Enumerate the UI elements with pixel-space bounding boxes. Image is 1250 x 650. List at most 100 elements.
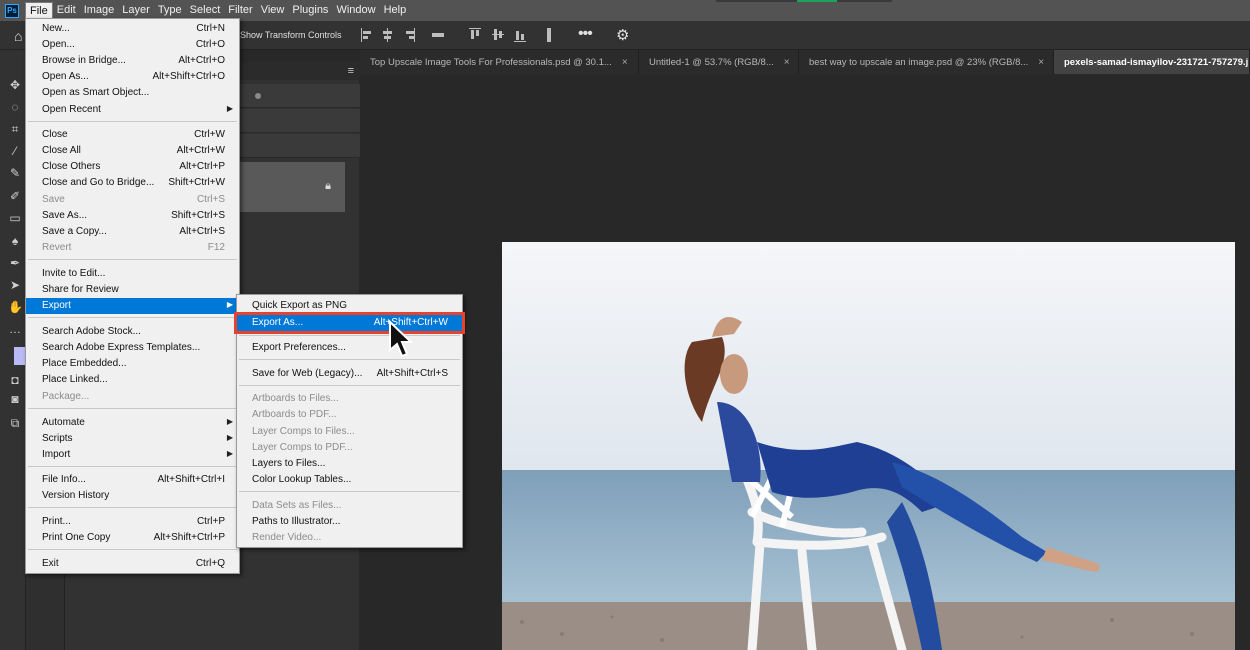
menu-item-version-history[interactable]: Version History [26, 488, 239, 504]
distribute-vertical-icon[interactable] [543, 28, 555, 42]
menu-file[interactable]: File [25, 2, 53, 19]
menu-item-save-as[interactable]: Save As... Shift+Ctrl+S [26, 208, 239, 224]
document-image[interactable] [502, 242, 1235, 650]
menu-separator [239, 491, 460, 492]
menu-item-export[interactable]: Export ▶ [26, 298, 239, 314]
menu-item-invite-to-edit[interactable]: Invite to Edit... [26, 266, 239, 282]
menu-filter[interactable]: Filter [224, 2, 256, 19]
dodge-tool-icon[interactable]: ♠ [8, 234, 22, 248]
menu-item-close-others[interactable]: Close Others Alt+Ctrl+P [26, 159, 239, 175]
selection-tool-icon[interactable]: ➤ [8, 278, 22, 292]
gradient-tool-icon[interactable]: ▭ [8, 211, 22, 225]
menu-item-close[interactable]: Close Ctrl+W [26, 127, 239, 143]
close-icon[interactable]: × [1038, 57, 1044, 68]
align-center-icon[interactable] [382, 28, 394, 42]
menu-item-shortcut: Ctrl+O [195, 39, 225, 50]
tab-document[interactable]: best way to upscale an image.psd @ 23% (… [799, 50, 1054, 74]
lasso-tool-icon[interactable]: ◌ [8, 100, 22, 114]
menu-item-artboards-to-pdf[interactable]: Artboards to PDF... [237, 407, 462, 423]
menu-layer[interactable]: Layer [118, 2, 154, 19]
menu-item-layers-to-files[interactable]: Layers to Files... [237, 456, 462, 472]
more-tools-icon[interactable]: … [8, 322, 22, 336]
screen-mode-icon[interactable]: ⧉ [8, 416, 22, 430]
eyedropper-tool-icon[interactable]: ⁄ [8, 144, 22, 158]
swap-colors-icon[interactable]: ◘ [8, 373, 22, 387]
menu-item-print[interactable]: Print... Ctrl+P [26, 514, 239, 530]
panel-menu-icon[interactable]: ≡ [348, 65, 354, 77]
more-options-icon[interactable]: ••• [578, 25, 593, 43]
menu-item-automate[interactable]: Automate ▶ [26, 415, 239, 431]
close-icon[interactable]: × [784, 57, 790, 68]
align-right-icon[interactable] [404, 28, 416, 42]
pen-tool-icon[interactable]: ✒ [8, 256, 22, 270]
menu-item-layer-comps-to-pdf[interactable]: Layer Comps to PDF... [237, 440, 462, 456]
menu-item-shortcut: Ctrl+S [196, 194, 225, 205]
menu-view[interactable]: View [257, 2, 289, 19]
menu-item-share-for-review[interactable]: Share for Review [26, 282, 239, 298]
menu-item-save-for-web[interactable]: Save for Web (Legacy)... Alt+Shift+Ctrl+S [237, 366, 462, 382]
close-icon[interactable]: × [622, 57, 628, 68]
menu-edit[interactable]: Edit [53, 2, 80, 19]
menu-item-search-adobe-stock[interactable]: Search Adobe Stock... [26, 324, 239, 340]
filter-dot-icon [255, 93, 261, 99]
tab-document[interactable]: Top Upscale Image Tools For Professional… [360, 50, 639, 74]
home-icon[interactable]: ⌂ [14, 28, 22, 44]
menu-item-render-video[interactable]: Render Video... [237, 530, 462, 546]
menu-select[interactable]: Select [186, 2, 225, 19]
menu-item-shortcut: F12 [207, 242, 225, 253]
menu-item-import[interactable]: Import ▶ [26, 447, 239, 463]
menu-item-search-adobe-express-templates[interactable]: Search Adobe Express Templates... [26, 340, 239, 356]
align-middle-icon[interactable] [492, 28, 504, 42]
menu-item-new[interactable]: New... Ctrl+N [26, 21, 239, 37]
menu-item-label: Artboards to Files... [252, 393, 339, 404]
menu-plugins[interactable]: Plugins [288, 2, 332, 19]
gear-icon[interactable]: ⚙ [616, 26, 629, 44]
menu-item-label: Layer Comps to Files... [252, 426, 355, 437]
brush-tool-icon[interactable]: ✎ [8, 166, 22, 180]
menu-item-browse-in-bridge[interactable]: Browse in Bridge... Alt+Ctrl+O [26, 53, 239, 69]
align-bottom-icon[interactable] [514, 28, 526, 42]
hand-tool-icon[interactable]: ✋ [8, 300, 23, 314]
menu-item-open-as-smart-object[interactable]: Open as Smart Object... [26, 85, 239, 101]
show-transform-controls-label[interactable]: Show Transform Controls [240, 30, 342, 40]
photoshop-logo: Ps [5, 3, 19, 18]
crop-tool-icon[interactable]: ⌗ [8, 122, 22, 136]
menu-item-quick-export-as-png[interactable]: Quick Export as PNG [237, 298, 462, 314]
menu-item-save-a-copy[interactable]: Save a Copy... Alt+Ctrl+S [26, 224, 239, 240]
menu-item-scripts[interactable]: Scripts ▶ [26, 431, 239, 447]
menu-item-print-one-copy[interactable]: Print One Copy Alt+Shift+Ctrl+P [26, 530, 239, 546]
menu-item-open-recent[interactable]: Open Recent ▶ [26, 102, 239, 118]
menu-item-file-info[interactable]: File Info... Alt+Shift+Ctrl+I [26, 472, 239, 488]
menu-item-exit[interactable]: Exit Ctrl+Q [26, 556, 239, 572]
menu-item-place-linked[interactable]: Place Linked... [26, 372, 239, 388]
align-top-icon[interactable] [469, 28, 481, 42]
menu-item-package[interactable]: Package... [26, 389, 239, 405]
tab-document[interactable]: Untitled-1 @ 53.7% (RGB/8... × [639, 50, 799, 74]
menu-item-close-and-go-to-bridge[interactable]: Close and Go to Bridge... Shift+Ctrl+W [26, 175, 239, 191]
menu-image[interactable]: Image [80, 2, 119, 19]
menu-item-layer-comps-to-files[interactable]: Layer Comps to Files... [237, 424, 462, 440]
menu-item-export-preferences[interactable]: Export Preferences... [237, 340, 462, 356]
menu-item-close-all[interactable]: Close All Alt+Ctrl+W [26, 143, 239, 159]
menu-item-data-sets-as-files[interactable]: Data Sets as Files... [237, 498, 462, 514]
menu-separator [28, 507, 237, 508]
quick-mask-icon[interactable]: ◙ [8, 392, 22, 406]
menu-item-open[interactable]: Open... Ctrl+O [26, 37, 239, 53]
healing-tool-icon[interactable]: ✐ [8, 189, 22, 203]
menu-item-revert[interactable]: Revert F12 [26, 240, 239, 256]
tab-document-active[interactable]: pexels-samad-ismayilov-231721-757279.jp [1054, 50, 1250, 74]
distribute-icon[interactable] [432, 28, 444, 42]
align-left-icon[interactable] [361, 28, 373, 42]
menu-item-color-lookup-tables[interactable]: Color Lookup Tables... [237, 472, 462, 488]
menu-item-label: Close [42, 129, 68, 140]
menu-item-place-embedded[interactable]: Place Embedded... [26, 356, 239, 372]
menu-help[interactable]: Help [380, 2, 411, 19]
menu-type[interactable]: Type [154, 2, 186, 19]
menu-item-paths-to-illustrator[interactable]: Paths to Illustrator... [237, 514, 462, 530]
move-tool-icon[interactable]: ✥ [8, 78, 22, 92]
menu-window[interactable]: Window [332, 2, 379, 19]
menu-item-artboards-to-files[interactable]: Artboards to Files... [237, 391, 462, 407]
menu-item-save[interactable]: Save Ctrl+S [26, 192, 239, 208]
menu-item-open-as[interactable]: Open As... Alt+Shift+Ctrl+O [26, 69, 239, 85]
menu-item-export-as[interactable]: Export As... Alt+Shift+Ctrl+W [234, 312, 465, 334]
